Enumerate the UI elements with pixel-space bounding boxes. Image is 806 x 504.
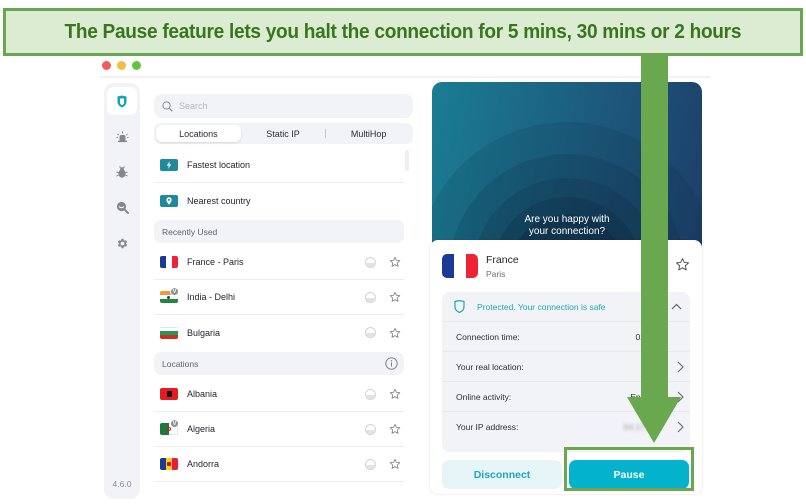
app-window: 4.6.0 Locations Static IP MultiHop Faste…	[98, 56, 710, 504]
france-flag	[442, 254, 478, 278]
row-label: Your real location:	[456, 361, 524, 372]
row-label: Your IP address:	[456, 422, 519, 432]
annotation-highlight-box	[564, 447, 694, 491]
shield-icon	[454, 300, 465, 313]
magnifier-eye-icon	[116, 201, 129, 214]
bug-icon	[116, 165, 128, 178]
window-controls	[102, 61, 141, 70]
locations-title: Locations	[162, 358, 199, 369]
star-icon[interactable]	[389, 256, 401, 268]
list-item[interactable]: Bulgaria	[154, 315, 404, 350]
recently-used-header: Recently Used	[154, 220, 404, 243]
close-window-button[interactable]	[102, 61, 111, 70]
fastest-location-label: Fastest location	[187, 160, 251, 170]
location-tabs: Locations Static IP MultiHop	[154, 123, 413, 144]
location-name: India - Delhi	[187, 292, 236, 302]
andorra-flag	[160, 458, 178, 470]
server-load-indicator	[365, 291, 376, 303]
connected-city: Paris	[486, 269, 506, 279]
star-icon[interactable]	[389, 291, 401, 303]
pin-icon	[160, 194, 178, 207]
server-load-indicator	[365, 458, 376, 470]
france-flag	[160, 256, 178, 268]
search-input[interactable]	[179, 101, 399, 111]
search-bar[interactable]	[154, 94, 413, 118]
star-icon[interactable]	[389, 423, 401, 435]
star-icon[interactable]	[389, 388, 401, 400]
bulgaria-flag	[160, 326, 178, 339]
titlebar-divider	[100, 76, 710, 78]
sidebar: 4.6.0	[104, 83, 140, 499]
maximize-window-button[interactable]	[132, 61, 141, 70]
app-version: 4.6.0	[112, 479, 132, 489]
tab-static-ip[interactable]: Static IP	[241, 125, 326, 142]
tab-multihop[interactable]: MultiHop	[326, 125, 411, 142]
nearest-country-label: Nearest country	[187, 195, 251, 206]
list-item[interactable]: V Algeria	[154, 412, 404, 447]
list-item[interactable]: France - Paris	[154, 245, 404, 280]
chevron-right-icon[interactable]	[677, 361, 684, 373]
annotation-arrow-shaft	[641, 56, 668, 399]
albania-flag	[160, 388, 178, 400]
india-flag-wrapper: V	[160, 287, 179, 303]
annotation-banner: The Pause feature lets you halt the conn…	[3, 8, 803, 56]
list-item[interactable]: V India - Delhi	[154, 280, 404, 315]
search-icon	[162, 100, 173, 112]
protection-status: Protected. Your connection is safe	[477, 301, 606, 312]
gear-icon	[117, 238, 127, 248]
virtual-location-badge: V	[170, 287, 179, 296]
virtual-location-badge: V	[170, 419, 179, 428]
star-icon[interactable]	[389, 327, 401, 339]
row-label: Online activity:	[456, 391, 512, 402]
location-name: Albania	[187, 389, 218, 399]
annotation-text: The Pause feature lets you halt the conn…	[64, 20, 742, 43]
sidebar-item-identity-protection[interactable]	[107, 193, 137, 221]
sidebar-item-vpn[interactable]	[107, 87, 137, 115]
connected-country: France	[486, 254, 519, 266]
row-label: Connection time:	[456, 331, 520, 342]
chevron-up-icon[interactable]	[671, 303, 682, 310]
location-name: France - Paris	[187, 257, 244, 267]
list-item[interactable]: Andorra	[154, 447, 404, 482]
server-load-indicator	[365, 327, 376, 338]
disconnect-button[interactable]: Disconnect	[442, 460, 562, 489]
location-name: Bulgaria	[187, 327, 221, 338]
sidebar-item-settings[interactable]	[107, 229, 137, 257]
alarm-icon	[116, 131, 128, 143]
lightning-icon	[160, 159, 178, 171]
star-icon[interactable]	[389, 458, 401, 470]
info-icon[interactable]	[385, 357, 398, 370]
shield-icon	[117, 95, 127, 107]
location-list: Fastest location Nearest country Recentl…	[154, 148, 404, 482]
location-name: Andorra	[187, 459, 220, 469]
recently-used-title: Recently Used	[162, 226, 218, 237]
list-scrollbar[interactable]	[405, 150, 409, 171]
nearest-country-option[interactable]: Nearest country	[154, 183, 404, 218]
locations-header: Locations	[154, 352, 404, 375]
annotation-arrow-head	[627, 397, 681, 443]
sidebar-item-antivirus[interactable]	[107, 158, 137, 186]
algeria-flag-wrapper: V	[160, 419, 179, 435]
minimize-window-button[interactable]	[117, 61, 126, 70]
fastest-location-option[interactable]: Fastest location	[154, 148, 404, 183]
server-load-indicator	[365, 256, 376, 268]
list-item[interactable]: Albania	[154, 377, 404, 412]
sidebar-item-threat-protection[interactable]	[107, 123, 137, 151]
tab-locations[interactable]: Locations	[156, 125, 241, 142]
location-name: Algeria	[187, 424, 216, 434]
star-icon[interactable]	[675, 257, 690, 272]
server-load-indicator	[365, 423, 376, 435]
server-load-indicator	[365, 388, 376, 400]
